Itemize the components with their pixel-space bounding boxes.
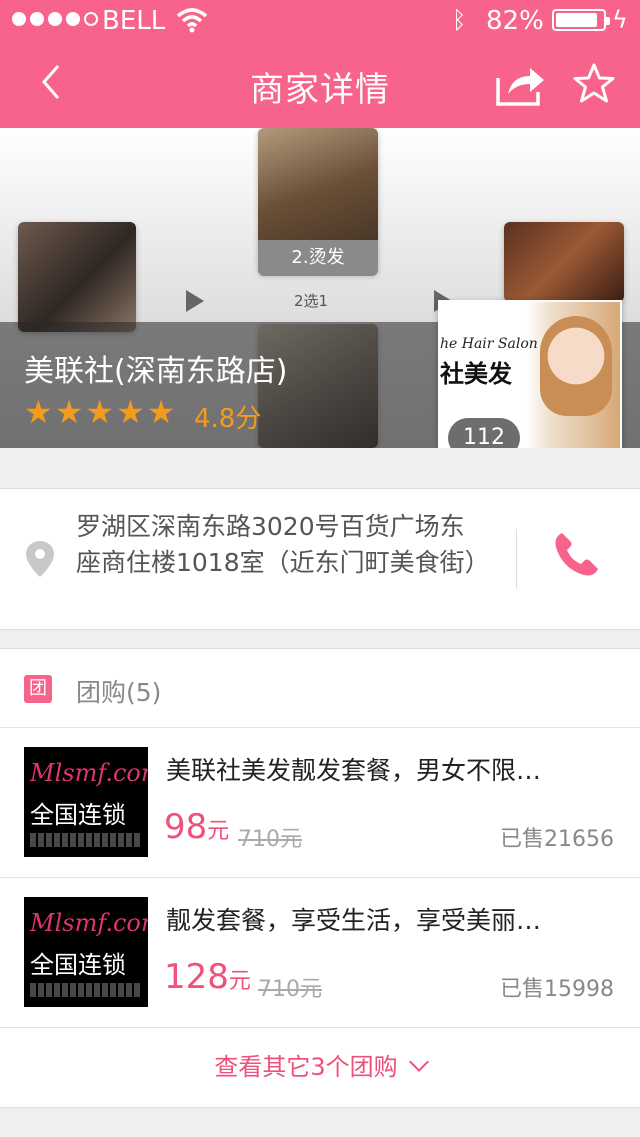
deal-image-text: 全国连锁 [30,951,126,979]
navigation-bar: 商家详情 [0,40,640,128]
deal-original-price: 710元 [238,827,302,852]
deal-image-text: 全国连锁 [30,801,126,829]
carrier-name: BELL [102,6,166,36]
status-bar: BELL ᛒ 82% ϟ [0,0,640,40]
deal-name: 美联社美发靓发套餐，男女不限… [166,756,542,785]
photo-count-badge: 112 [448,418,520,448]
deal-image-logo: Mlsmf.com [30,759,148,787]
star-icon: ★ [54,393,84,431]
battery-icon [552,9,610,31]
model-photo [540,316,612,416]
share-icon[interactable] [494,62,548,108]
bluetooth-icon: ᛒ [452,6,467,34]
star-icon: ★ [24,393,53,431]
deal-price: 128元 [164,957,251,997]
deal-image: Mlsmf.com 全国连锁 [24,747,148,857]
thumb-brand-en: he Hair Salon [440,336,538,352]
phone-icon[interactable] [552,529,602,579]
battery-percent: 82% [486,6,544,36]
shop-name: 美联社(深南东路店) [24,354,288,389]
step-photo-cut [18,222,136,332]
shop-banner[interactable]: 2.烫发 2选1 美联社(深南东路店) ★ ★ ★ ★ ★ 4.8分 he Ha… [0,128,640,448]
group-buy-header: 团 团购(5) [0,649,640,728]
charging-bolt-icon: ϟ [612,6,628,34]
group-buy-title: 团购(5) [76,678,162,707]
deal-price: 98元 [164,807,230,847]
view-more-label: 查看其它3个团购 [214,1053,398,1081]
star-icon: ★ [116,393,145,431]
deal-sold-count: 已售15998 [500,977,614,1002]
thumb-brand-cn: 社美发 [440,360,512,388]
map-pin-icon [26,541,54,577]
deal-item[interactable]: Mlsmf.com 全国连锁 美联社美发靓发套餐，男女不限… 98元 710元 … [0,727,640,878]
deal-name: 靓发套餐，享受生活，享受美丽… [166,906,542,935]
arrow-right-icon [186,290,204,312]
deal-original-price: 710元 [258,977,322,1002]
step-label: 2.烫发 [258,240,378,276]
signal-strength-icon [12,12,98,26]
deal-item[interactable]: Mlsmf.com 全国连锁 靓发套餐，享受生活，享受美丽… 128元 710元… [0,877,640,1028]
group-buy-section: 团 团购(5) Mlsmf.com 全国连锁 美联社美发靓发套餐，男女不限… 9… [0,648,640,1108]
divider [516,529,517,589]
top-bar: BELL ᛒ 82% ϟ 商家详情 [0,0,640,128]
deal-sold-count: 已售21656 [500,827,614,852]
chevron-down-icon [408,1052,429,1072]
deal-image-logo: Mlsmf.com [30,909,148,937]
favorite-star-icon[interactable] [572,62,616,106]
view-more-deals-button[interactable]: 查看其它3个团购 [0,1027,640,1107]
deal-image: Mlsmf.com 全国连锁 [24,897,148,1007]
address-card: 罗湖区深南东路3020号百货广场东座商住楼1018室（近东门町美食街） [0,488,640,630]
group-buy-icon: 团 [24,675,52,703]
star-icon: ★ [85,393,115,431]
rating-score: 4.8分 [194,404,262,434]
shop-address[interactable]: 罗湖区深南东路3020号百货广场东座商住楼1018室（近东门町美食街） [76,509,490,581]
rating-stars: ★ ★ ★ ★ ★ [24,396,175,428]
star-icon: ★ [146,393,176,431]
wifi-icon [176,8,208,33]
step-photo-result [504,222,624,302]
choice-label: 2选1 [294,292,329,310]
